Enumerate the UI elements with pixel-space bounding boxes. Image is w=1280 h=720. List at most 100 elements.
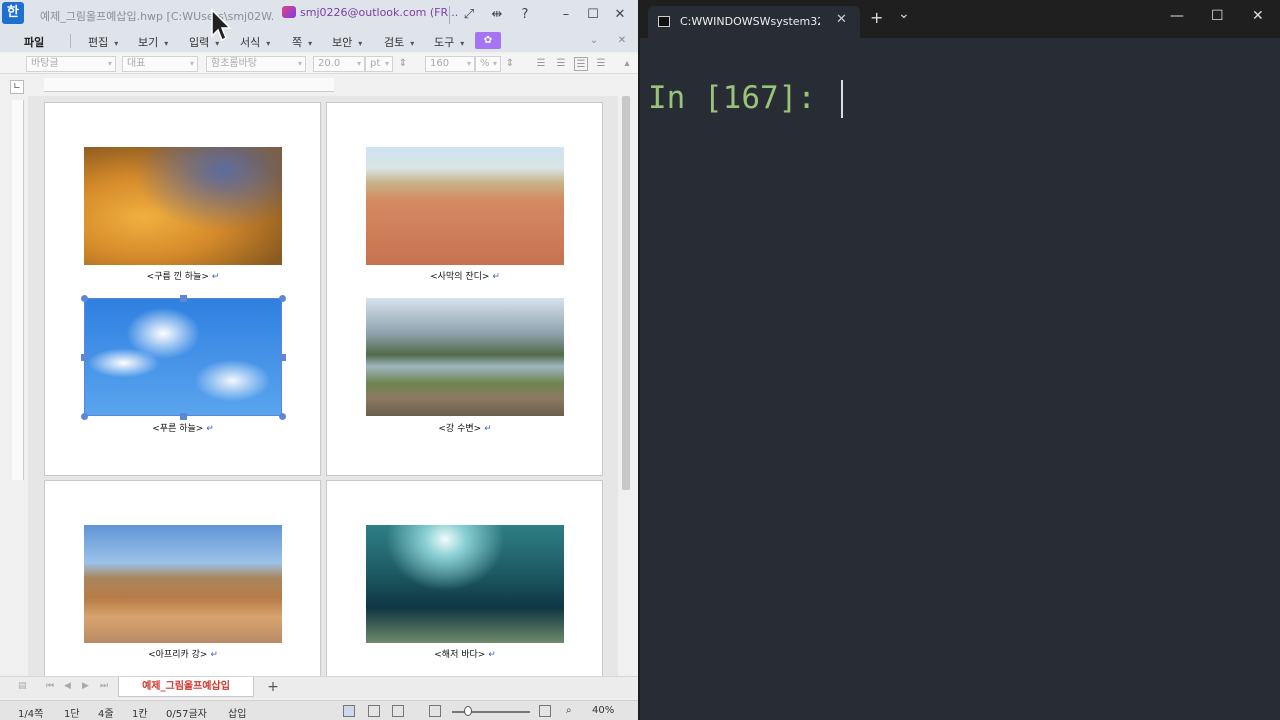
font-size-input[interactable]: 20.0 [313, 56, 365, 72]
photo-caption: <강 수변> ↵ [366, 421, 564, 434]
style-select[interactable]: 바탕글 [26, 56, 116, 72]
align-justify-icon[interactable]: ☰ [534, 57, 548, 71]
vertical-ruler[interactable] [12, 100, 24, 480]
account-label[interactable]: smj0226@outlook.com (FR... [282, 6, 458, 19]
status-col: 1칸 [132, 709, 148, 720]
minimize-button[interactable]: — [1170, 8, 1184, 24]
plugin-button[interactable]: ✿ [475, 32, 501, 49]
menu-security[interactable]: 보안 [332, 34, 362, 50]
menu-file[interactable]: 파일 [24, 34, 44, 50]
ribbon-close-icon[interactable]: ✕ [612, 31, 632, 51]
document-page[interactable]: <아프리카 강> ↵ [44, 480, 321, 676]
resize-handle[interactable] [81, 295, 88, 302]
zoom-level[interactable]: 40% [592, 705, 614, 716]
align-right-icon[interactable]: ☰ [594, 57, 608, 71]
line-spacing-unit[interactable]: % [475, 56, 501, 72]
scrollbar-thumb[interactable] [622, 96, 630, 490]
resize-handle[interactable] [81, 354, 88, 361]
view-page-icon[interactable] [392, 705, 404, 717]
photo-undersea[interactable] [366, 525, 564, 643]
align-center-icon[interactable]: ☰ [574, 57, 588, 71]
close-button[interactable]: ✕ [1252, 8, 1264, 24]
tab-stop-icon[interactable]: ∟ [10, 80, 24, 94]
terminal-tab[interactable]: C:WWINDOWSWsystem32Wcmd.exe ✕ [648, 6, 860, 38]
line-spacing-input[interactable]: 160 [425, 56, 475, 72]
photo-caption: <푸른 하늘> ↵ [84, 421, 282, 434]
view-width-icon[interactable] [368, 705, 380, 717]
document-tab-bar: ▤ ⏮ ◀ ▶ ⏭ 예제_그림올프예삽입 + [0, 676, 638, 698]
terminal-window: C:WWINDOWSWsystem32Wcmd.exe ✕ + ⌄ — ☐ ✕ … [640, 0, 1280, 720]
minimize-button[interactable]: – [556, 5, 576, 25]
document-title: 예제_그림올프예삽입.hwp [C:WUsers\smj02W... [40, 10, 275, 23]
menu-tools[interactable]: 도구 [434, 34, 464, 50]
photo-caption: <구름 낀 하늘> ↵ [84, 269, 282, 282]
font-select[interactable]: 함초롬바탕 [206, 56, 306, 72]
maximize-button[interactable]: ☐ [1211, 8, 1224, 24]
selection-frame[interactable] [84, 298, 282, 416]
document-page[interactable]: <사막의 잔디> ↵ <강 수변> ↵ [326, 102, 603, 476]
document-page[interactable]: <구름 낀 하늘> ↵ <푸른 하늘> ↵ [44, 102, 321, 476]
photo-caption: <아프리카 강> ↵ [84, 647, 282, 660]
align-left-icon[interactable]: ☰ [554, 57, 568, 71]
menu-format[interactable]: 서식 [240, 34, 270, 50]
toolbar-more-icon[interactable]: ▴ [620, 57, 634, 71]
document-canvas[interactable]: <구름 낀 하늘> ↵ <푸른 하늘> ↵ <사막의 잔디> ↵ <강 수변> … [28, 96, 618, 676]
caption-text: <강 수변> [438, 424, 482, 434]
vertical-scrollbar[interactable] [620, 76, 632, 676]
format-toolbar: 바탕글 대표 함초롬바탕 20.0 pt ⇕ 160 % ⇕ ☰ ☰ ☰ ☰ ▴ [0, 54, 638, 74]
font-unit-select[interactable]: pt [365, 56, 393, 72]
split-icon[interactable]: ⇹ [487, 5, 507, 25]
zoom-fit-icon[interactable] [429, 705, 441, 717]
document-tab[interactable]: 예제_그림올프예삽입 [118, 677, 254, 697]
hwp-window: 한 예제_그림올프예삽입.hwp [C:WUsers\smj02W... smj… [0, 0, 638, 720]
status-page[interactable]: 1/4쪽 [18, 705, 43, 720]
status-column: 1단 [64, 709, 80, 720]
resize-handle[interactable] [279, 295, 286, 302]
resize-handle[interactable] [180, 295, 187, 302]
menu-edit[interactable]: 편집 [88, 34, 118, 50]
language-select[interactable]: 대표 [122, 56, 198, 72]
photo-riverside[interactable] [366, 298, 564, 416]
photo-caption: <해저 바다> ↵ [366, 647, 564, 660]
view-normal-icon[interactable] [343, 705, 355, 717]
zoom-slider-knob[interactable] [464, 706, 472, 716]
ipython-prompt: In [167]: [648, 80, 816, 116]
prev-tab-icon[interactable]: ◀ [64, 681, 71, 691]
maximize-button[interactable]: ☐ [583, 5, 603, 25]
spacing-stepper-icon[interactable]: ⇕ [503, 57, 517, 71]
photo-african-river[interactable] [84, 525, 282, 643]
size-stepper-icon[interactable]: ⇕ [396, 57, 410, 71]
photo-clouds[interactable] [84, 147, 282, 265]
new-tab-button[interactable]: + [870, 8, 883, 27]
mouse-pointer-icon [211, 8, 232, 42]
fullscreen-icon[interactable]: ⤢ [459, 5, 479, 25]
zoom-search-icon[interactable]: ⌕ [566, 705, 572, 716]
resize-handle[interactable] [279, 354, 286, 361]
account-icon [282, 6, 296, 18]
sheet-list-icon[interactable]: ▤ [18, 681, 27, 691]
horizontal-ruler[interactable] [44, 78, 334, 92]
resize-handle[interactable] [180, 413, 187, 420]
photo-desert-grass[interactable] [366, 147, 564, 265]
tab-dropdown-icon[interactable]: ⌄ [898, 6, 910, 22]
last-tab-icon[interactable]: ⏭ [100, 681, 108, 691]
title-separator [449, 6, 450, 24]
menu-page[interactable]: 쪽 [292, 34, 312, 50]
status-char-count: 0/57글자 [166, 709, 207, 720]
first-tab-icon[interactable]: ⏮ [46, 681, 54, 691]
status-insert-mode[interactable]: 삽입 [228, 705, 246, 720]
add-tab-button[interactable]: + [264, 678, 282, 696]
ribbon-collapse-icon[interactable]: ⌄ [584, 31, 604, 51]
help-icon[interactable]: ? [515, 5, 535, 25]
zoom-page-icon[interactable] [539, 705, 551, 717]
next-tab-icon[interactable]: ▶ [82, 681, 89, 691]
hangul-logo-icon[interactable]: 한 [2, 2, 24, 24]
tab-close-icon[interactable]: ✕ [836, 12, 847, 27]
close-button[interactable]: ✕ [610, 5, 630, 25]
resize-handle[interactable] [81, 413, 88, 420]
resize-handle[interactable] [279, 413, 286, 420]
menu-view[interactable]: 보기 [138, 34, 168, 50]
text-cursor [841, 80, 843, 118]
menu-review[interactable]: 검토 [384, 34, 414, 50]
document-page[interactable]: <해저 바다> ↵ [326, 480, 603, 676]
